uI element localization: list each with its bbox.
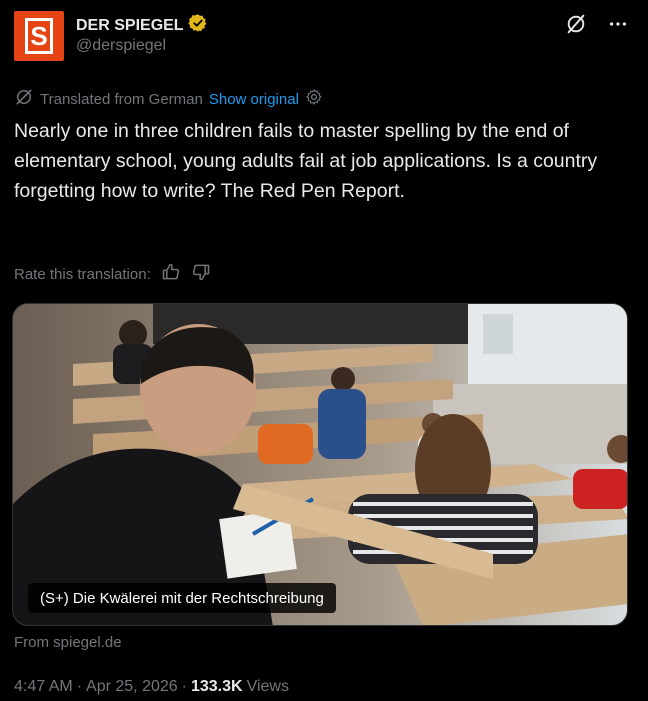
lecture-hall-photo	[13, 304, 627, 625]
thumbs-down-icon[interactable]	[191, 262, 211, 286]
meta-separator: ·	[76, 678, 83, 695]
avatar[interactable]: S	[14, 11, 64, 61]
tweet-meta: 4:47 AM · Apr 25, 2026 · 133.3K Views	[14, 678, 289, 696]
avatar-logo: S	[25, 18, 53, 54]
author-handle[interactable]: @derspiegel	[76, 37, 166, 55]
more-icon[interactable]	[606, 12, 630, 36]
display-name[interactable]: DER SPIEGEL	[76, 17, 184, 35]
translated-label: Translated from German	[40, 90, 203, 108]
tweet-date[interactable]: Apr 25, 2026	[86, 678, 178, 696]
translation-notice: Translated from German Show original	[14, 87, 323, 111]
translate-icon	[14, 87, 34, 111]
rate-label: Rate this translation:	[14, 265, 151, 283]
media-card[interactable]	[12, 303, 628, 626]
thumbs-up-icon[interactable]	[161, 262, 181, 286]
views-label: Views	[246, 678, 289, 695]
card-source[interactable]: From spiegel.de	[14, 634, 122, 651]
tweet-text: Nearly one in three children fails to ma…	[14, 120, 598, 202]
show-original-link[interactable]: Show original	[209, 91, 299, 108]
media-caption: (S+) Die Kwälerei mit der Rechtschreibun…	[28, 583, 336, 613]
author-name-row[interactable]: DER SPIEGEL	[76, 13, 208, 38]
verified-badge-icon	[187, 13, 208, 38]
rate-translation: Rate this translation:	[14, 262, 211, 286]
grok-icon[interactable]	[564, 12, 588, 36]
meta-separator: ·	[181, 678, 187, 695]
tweet-time[interactable]: 4:47 AM	[14, 678, 73, 696]
settings-icon[interactable]	[305, 88, 323, 110]
tweet-actions-top	[564, 12, 630, 36]
views-count: 133.3K	[190, 678, 243, 695]
